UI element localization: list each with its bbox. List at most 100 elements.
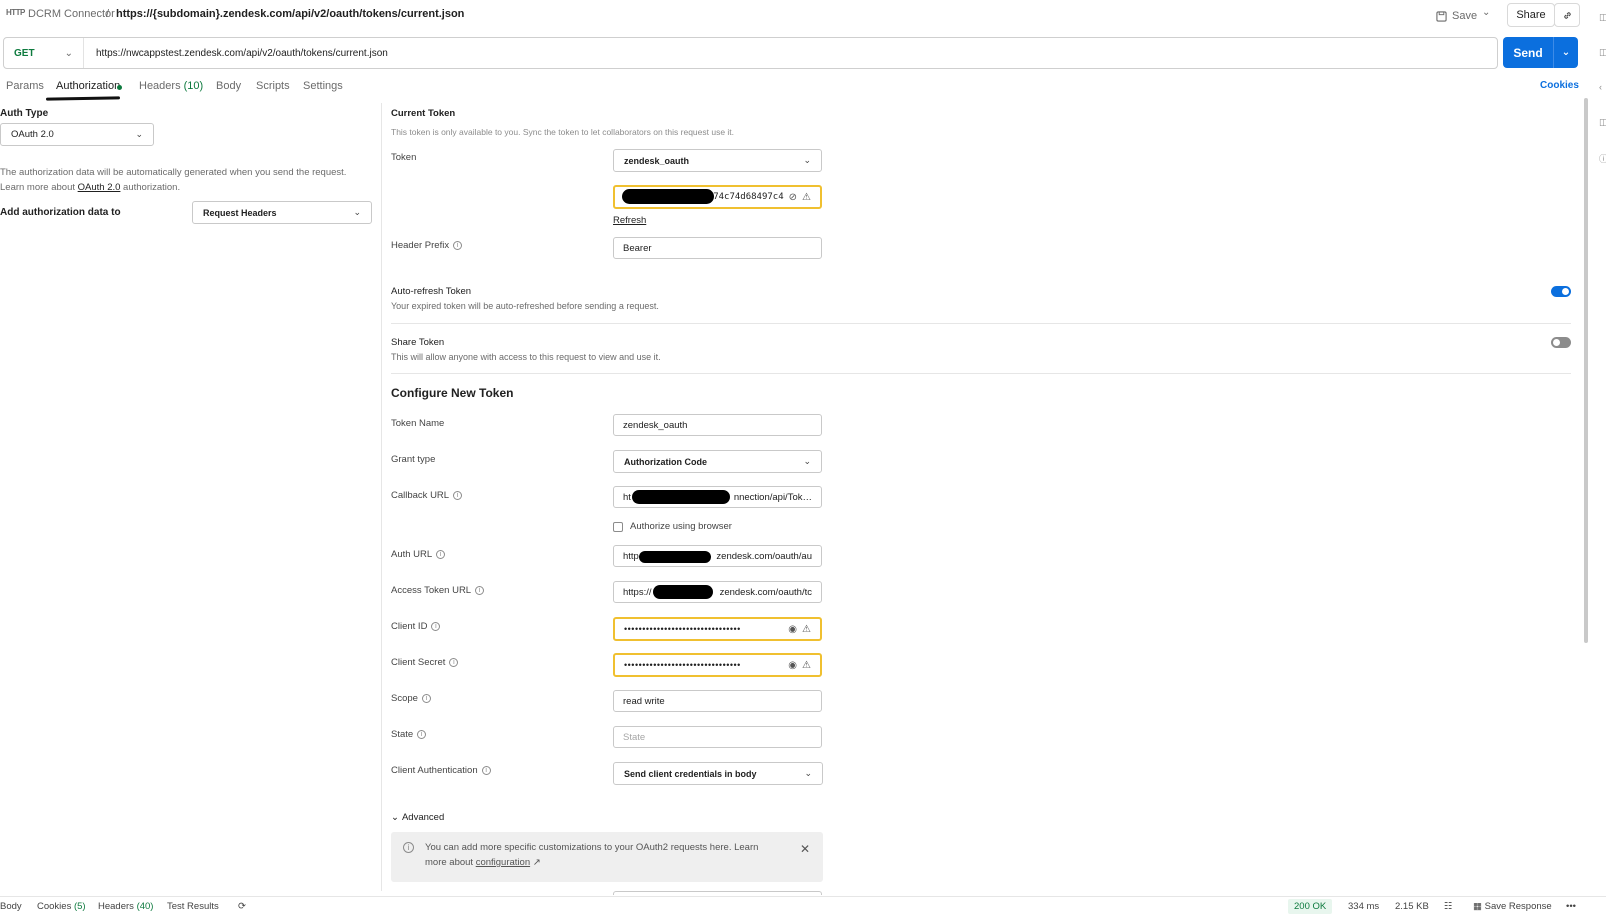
auth-type-value: OAuth 2.0 <box>11 129 54 140</box>
send-button[interactable]: Send ⌄ <box>1503 37 1578 68</box>
close-icon[interactable]: ✕ <box>800 842 810 856</box>
info-icon[interactable]: i <box>417 730 427 739</box>
authorize-browser-checkbox[interactable] <box>613 521 623 532</box>
authorization-status-dot <box>117 85 122 90</box>
oauth-docs-link[interactable]: OAuth 2.0 <box>78 182 121 193</box>
tab-headers[interactable]: Headers (10) <box>139 80 203 92</box>
sidebar-icon[interactable]: ◫ <box>1599 47 1606 58</box>
advanced-toggle[interactable]: ⌄ Advanced <box>391 812 444 823</box>
eye-icon[interactable]: ◉ <box>788 624 797 635</box>
scope-input[interactable]: read write <box>613 690 822 712</box>
footer-cookies-count: (5) <box>73 901 86 912</box>
redaction-mark <box>653 585 713 599</box>
lock-warning-icon[interactable]: ⚠ <box>802 192 811 203</box>
client-secret-value: •••••••••••••••••••••••••••••••• <box>624 660 741 670</box>
footer-tab-test-results[interactable]: Test Results <box>167 901 219 912</box>
tab-params[interactable]: Params <box>6 80 44 92</box>
globe-icon[interactable]: ☷ <box>1444 901 1453 912</box>
request-title[interactable]: https://{subdomain}.zendesk.com/api/v2/o… <box>116 8 464 20</box>
client-id-input[interactable]: •••••••••••••••••••••••••••••••• ◉ ⚠ <box>613 617 822 641</box>
client-secret-label-text: Client Secret <box>391 657 446 668</box>
refresh-token-link[interactable]: Refresh <box>613 215 646 226</box>
grant-type-select[interactable]: Authorization Code ⌄ <box>613 450 822 473</box>
tab-authorization[interactable]: Authorization <box>56 80 120 92</box>
url-input[interactable]: https://nwcappstest.zendesk.com/api/v2/o… <box>84 48 388 59</box>
info-icon[interactable]: ⓘ <box>1599 152 1606 165</box>
info-icon[interactable]: i <box>453 241 463 250</box>
response-time: 334 ms <box>1348 901 1380 912</box>
client-authentication-label: Client Authentication i <box>391 765 491 776</box>
callback-url-label-text: Callback URL <box>391 490 450 501</box>
state-label: State i <box>391 729 427 740</box>
footer-tab-cookies[interactable]: Cookies (5) <box>37 901 86 912</box>
section-divider <box>391 323 1571 324</box>
access-token-url-input[interactable]: https:// zendesk.com/oauth/tc <box>613 581 822 603</box>
share-button[interactable]: Share <box>1507 3 1555 27</box>
tab-body[interactable]: Body <box>216 80 241 92</box>
http-request-icon: HTTP <box>6 8 25 17</box>
add-auth-to-value: Request Headers <box>203 207 277 218</box>
auth-type-select[interactable]: OAuth 2.0 ⌄ <box>0 123 154 146</box>
info-icon[interactable]: i <box>436 550 446 559</box>
advanced-info-text: You can add more specific customizations… <box>425 840 765 870</box>
info-icon[interactable]: i <box>431 622 441 631</box>
token-name-input[interactable]: zendesk_oauth <box>613 414 822 436</box>
footer-tab-body[interactable]: Body <box>0 901 22 912</box>
auth-info-line: The authorization data will be automatic… <box>0 167 347 178</box>
add-auth-to-select[interactable]: Request Headers ⌄ <box>192 201 372 224</box>
client-authentication-select[interactable]: Send client credentials in body ⌄ <box>613 762 823 785</box>
lock-warning-icon[interactable]: ⚠ <box>802 660 811 671</box>
copy-link-button[interactable] <box>1554 3 1580 27</box>
eye-off-icon[interactable]: ⊘ <box>789 192 797 203</box>
save-response-button[interactable]: ▦ Save Response <box>1473 901 1552 912</box>
tab-scripts[interactable]: Scripts <box>256 80 290 92</box>
status-badge: 200 OK <box>1288 899 1333 914</box>
header-prefix-input[interactable]: Bearer <box>613 237 822 259</box>
send-options-chevron-icon[interactable]: ⌄ <box>1553 37 1578 68</box>
advanced-label: Advanced <box>401 812 445 823</box>
footer-headers-label: Headers <box>98 901 134 912</box>
save-response-icon: ▦ <box>1473 901 1482 912</box>
info-icon[interactable]: i <box>453 491 463 500</box>
chevron-down-icon: ⌄ <box>353 207 361 217</box>
info-icon[interactable]: i <box>475 586 485 595</box>
more-options-icon[interactable]: ••• <box>1566 901 1576 912</box>
info-icon[interactable]: i <box>481 766 491 775</box>
share-token-title: Share Token <box>391 337 445 348</box>
info-icon[interactable]: i <box>421 694 431 703</box>
lock-warning-icon[interactable]: ⚠ <box>802 624 811 635</box>
token-select-value: zendesk_oauth <box>624 155 690 166</box>
sidebar-icon[interactable]: ◫ <box>1599 117 1606 128</box>
breadcrumb-collection[interactable]: DCRM Connector <box>28 8 115 20</box>
breadcrumb-separator: / <box>106 8 110 20</box>
method-select[interactable]: GET ⌄ <box>4 38 84 68</box>
token-select[interactable]: zendesk_oauth ⌄ <box>613 149 822 172</box>
configuration-docs-link[interactable]: configuration <box>476 857 530 868</box>
cookies-link[interactable]: Cookies <box>1540 80 1579 91</box>
auto-refresh-toggle[interactable] <box>1551 286 1571 297</box>
chevron-left-icon[interactable]: ‹ <box>1599 82 1602 92</box>
info-icon[interactable]: i <box>449 658 459 667</box>
eye-icon[interactable]: ◉ <box>788 660 797 671</box>
save-button[interactable]: Save <box>1436 6 1477 26</box>
save-options-chevron-icon[interactable]: ⌄ <box>1482 7 1490 18</box>
chevron-down-icon: ⌄ <box>64 47 73 59</box>
client-secret-input[interactable]: •••••••••••••••••••••••••••••••• ◉ ⚠ <box>613 653 822 677</box>
footer-cookies-label: Cookies <box>37 901 72 912</box>
toggle-knob <box>1553 339 1560 346</box>
panel-divider <box>381 103 382 891</box>
history-icon[interactable]: ⟳ <box>238 901 246 912</box>
chevron-down-icon: ⌄ <box>803 155 811 165</box>
sidebar-icon[interactable]: ◫ <box>1599 12 1606 23</box>
state-input[interactable]: State <box>613 726 822 748</box>
token-label: Token <box>391 152 417 163</box>
header-prefix-label: Header Prefix i <box>391 240 463 251</box>
authorize-browser-row[interactable]: Authorize using browser <box>613 521 732 532</box>
share-token-toggle[interactable] <box>1551 337 1571 348</box>
scope-label: Scope i <box>391 693 431 704</box>
tab-settings[interactable]: Settings <box>303 80 343 92</box>
chevron-down-icon: ⌄ <box>135 129 143 139</box>
footer-tab-headers[interactable]: Headers (40) <box>98 901 153 912</box>
scrollbar[interactable] <box>1584 98 1588 643</box>
access-token-url-value: zendesk.com/oauth/tc <box>719 586 812 598</box>
